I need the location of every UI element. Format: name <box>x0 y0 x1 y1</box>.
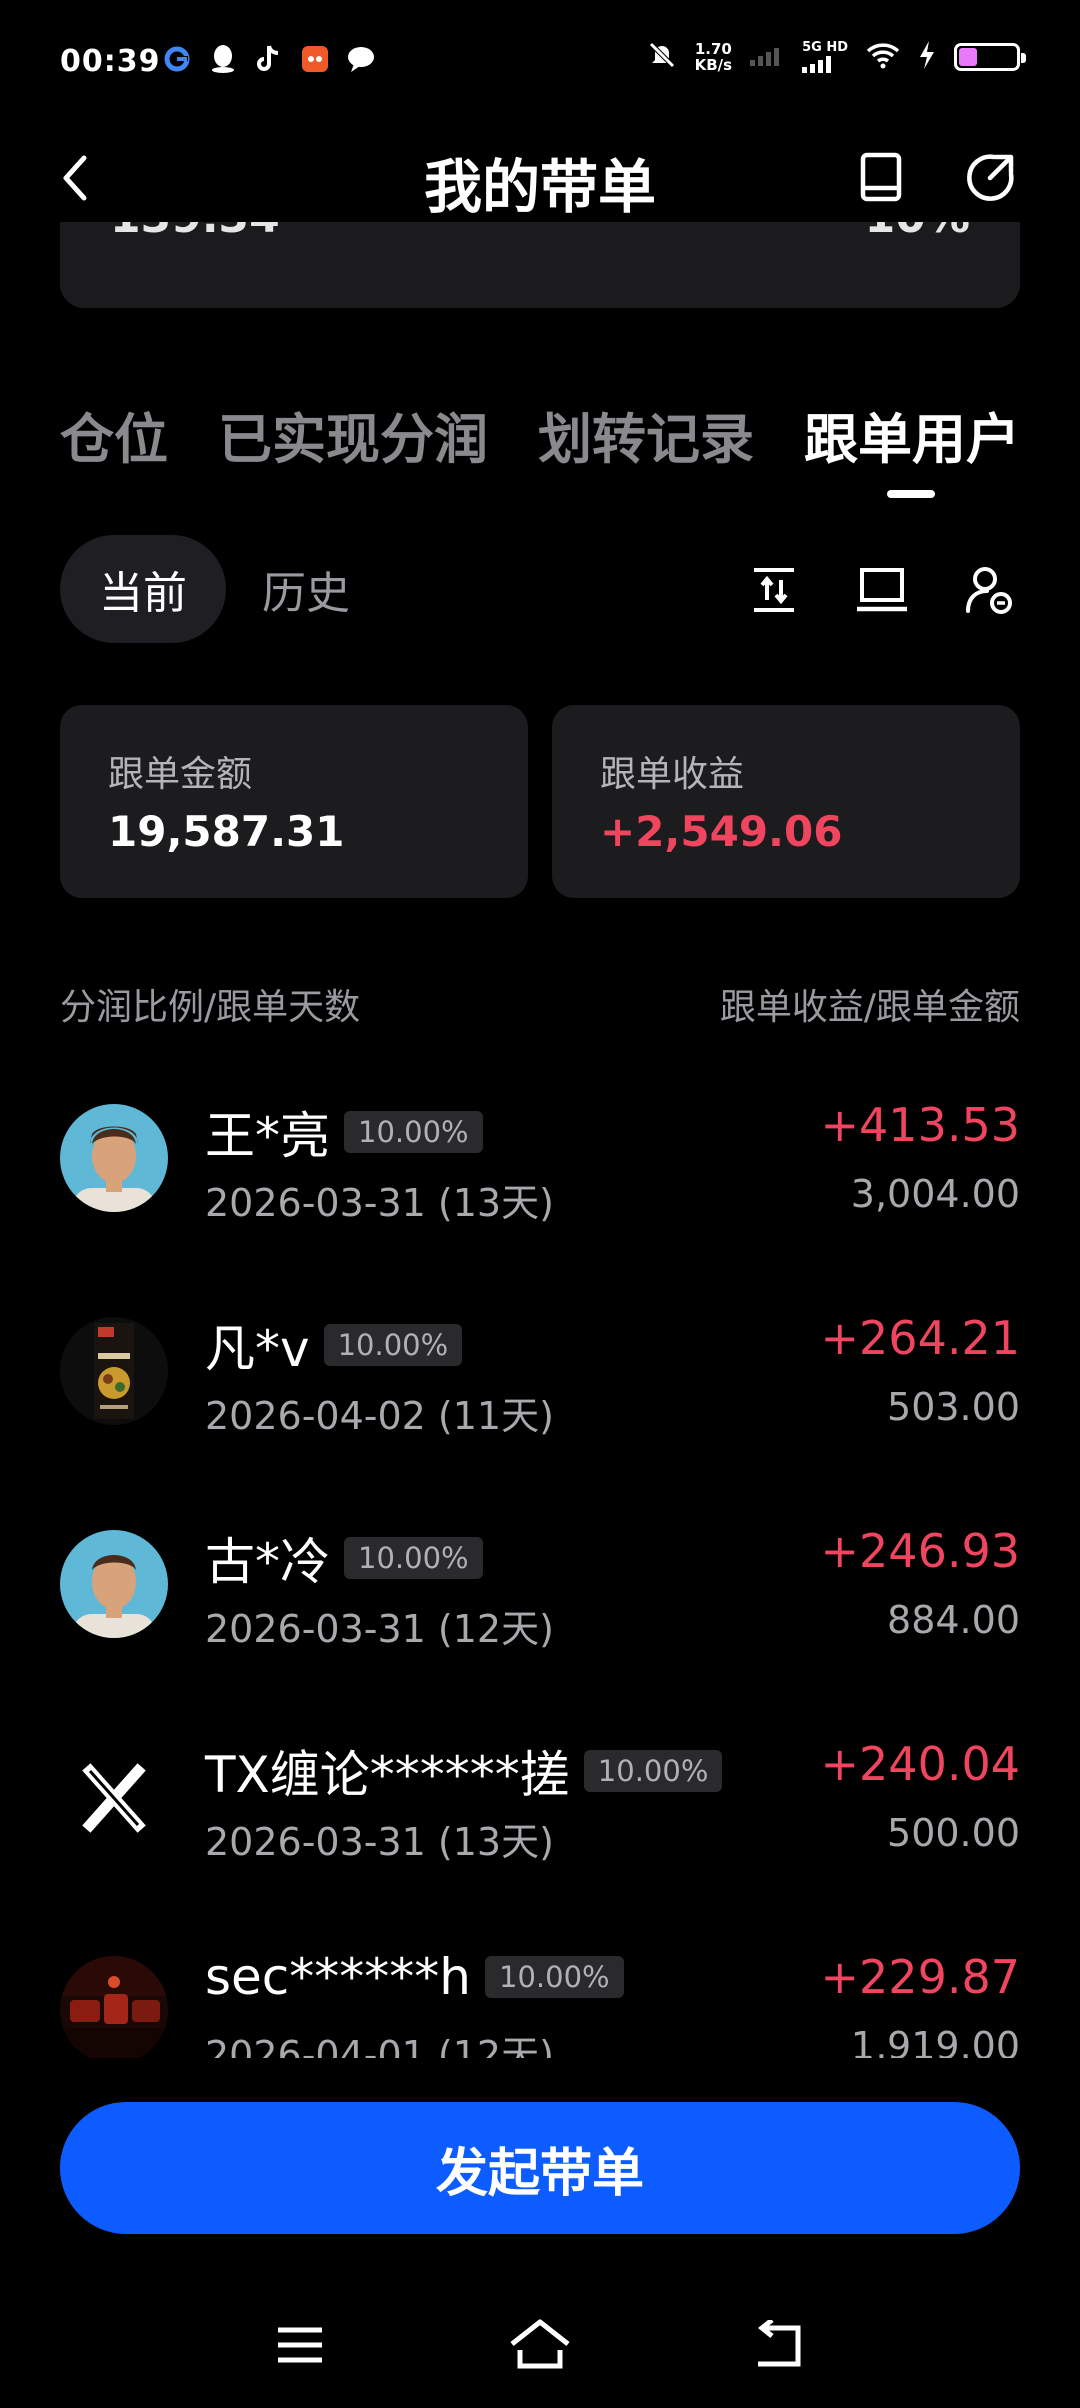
user-profit: +240.04 <box>820 1737 1021 1791</box>
user-amount: 3,004.00 <box>850 1172 1020 1216</box>
follow-date: 2026-03-31 (12天) <box>205 1607 554 1651</box>
copy-amount-card: 跟单金额 19,587.31 <box>60 705 528 898</box>
sort-icon <box>754 568 794 612</box>
net-speed: 1.70 KB/s <box>695 41 732 73</box>
user-name: 王*亮 <box>205 1107 330 1165</box>
qq-icon <box>208 44 238 74</box>
stats-value-right: 10% <box>865 222 970 243</box>
tab-transfer-records[interactable]: 划转记录 <box>538 405 754 475</box>
user-name: TX缠论******搓 <box>205 1746 570 1804</box>
user-settings-button[interactable] <box>958 558 1022 622</box>
segment-history[interactable]: 历史 <box>262 535 350 643</box>
profit-share-badge: 10.00% <box>344 1111 483 1153</box>
list-item[interactable]: sec******h 10.00% 2026-04-01 (12天) +229.… <box>0 1912 1080 2058</box>
share-button[interactable] <box>960 148 1020 208</box>
back-icon <box>757 2320 801 2367</box>
mute-icon <box>647 40 677 74</box>
copy-profit-label: 跟单收益 <box>600 754 745 795</box>
book-button[interactable] <box>852 148 912 208</box>
tab-realized-profit-share[interactable]: 已实现分润 <box>218 405 488 475</box>
stats-card: 139.34 10% <box>60 222 1020 308</box>
signal-strong-icon <box>802 56 832 73</box>
user-profit: +246.93 <box>820 1524 1021 1578</box>
net-speed-unit: KB/s <box>694 56 733 74</box>
avatar <box>60 1317 168 1425</box>
user-name: 凡*v <box>205 1320 310 1378</box>
list-item[interactable]: 古*冷 10.00% 2026-03-31 (12天) +246.93 884.… <box>0 1486 1080 1699</box>
user-amount: 500.00 <box>887 1811 1020 1855</box>
copy-profit-value: +2,549.06 <box>600 807 843 856</box>
profit-share-badge: 10.00% <box>344 1537 483 1579</box>
notification-icons <box>162 44 376 74</box>
sort-button[interactable] <box>742 558 806 622</box>
user-profit: +264.21 <box>820 1311 1021 1365</box>
stats-value-left: 139.34 <box>110 222 280 243</box>
copy-amount-value: 19,587.31 <box>108 807 345 856</box>
home-icon <box>510 2319 570 2369</box>
monitor-icon <box>857 568 907 612</box>
segment-current[interactable]: 当前 <box>60 535 226 643</box>
follow-date: 2026-03-31 (13天) <box>205 1820 554 1864</box>
avatar <box>60 1530 168 1638</box>
nav-menu-button[interactable] <box>260 2310 340 2380</box>
profit-share-badge: 10.00% <box>583 1750 723 1792</box>
list-header-left: 分润比例/跟单天数 <box>60 987 361 1028</box>
list-item[interactable]: 王*亮 10.00% 2026-03-31 (13天) +413.53 3,00… <box>0 1060 1080 1273</box>
follow-date: 2026-03-31 (13天) <box>205 1181 554 1225</box>
start-copy-trading-button[interactable]: 发起带单 <box>60 2102 1020 2234</box>
page-title: 我的带单 <box>423 153 656 221</box>
tab-active-indicator <box>887 490 935 498</box>
nav-home-button[interactable] <box>500 2310 580 2380</box>
user-amount: 1,919.00 <box>850 2024 1020 2058</box>
user-name: sec******h <box>205 1948 471 2006</box>
list-item[interactable]: 凡*v 10.00% 2026-04-02 (11天) +264.21 503.… <box>0 1273 1080 1486</box>
user-name: 古*冷 <box>205 1533 330 1591</box>
avatar <box>60 1956 168 2058</box>
signal-weak-icon <box>750 44 784 70</box>
avatar <box>60 1104 168 1212</box>
user-list: 王*亮 10.00% 2026-03-31 (13天) +413.53 3,00… <box>0 1060 1080 2058</box>
user-profit: +413.53 <box>820 1098 1021 1152</box>
avatar <box>60 1743 168 1851</box>
list-item[interactable]: TX缠论******搓 10.00% 2026-03-31 (13天) +240… <box>0 1699 1080 1912</box>
status-right: 1.70 KB/s 5G HD 9 <box>647 40 1026 74</box>
wifi-icon <box>866 41 900 73</box>
user-amount: 503.00 <box>887 1385 1020 1429</box>
copy-amount-label: 跟单金额 <box>108 754 253 795</box>
tab-bar: 仓位 已实现分润 划转记录 跟单用户 <box>60 405 1020 485</box>
book-icon <box>860 152 902 202</box>
message-icon <box>346 44 376 74</box>
battery-icon: 9 <box>954 43 1026 71</box>
display-button[interactable] <box>850 558 914 622</box>
share-icon <box>967 154 1014 201</box>
net-speed-value: 1.70 <box>694 40 732 58</box>
follow-date: 2026-04-01 (12天) <box>205 2033 554 2058</box>
follow-date: 2026-04-02 (11天) <box>205 1394 554 1438</box>
menu-icon <box>278 2327 322 2363</box>
user-profit: +229.87 <box>820 1950 1021 2004</box>
signal-5g: 5G HD <box>802 41 848 73</box>
tab-positions[interactable]: 仓位 <box>60 405 168 475</box>
profit-share-badge: 10.00% <box>485 1956 624 1998</box>
copy-profit-card: 跟单收益 +2,549.06 <box>552 705 1020 898</box>
tiktok-icon <box>254 44 284 74</box>
taobao-icon <box>300 44 330 74</box>
x-logo-icon <box>82 1763 146 1833</box>
battery-level: 9 <box>980 46 994 68</box>
user-settings-icon <box>966 567 1012 614</box>
nav-back-button[interactable] <box>740 2310 820 2380</box>
status-time: 00:39 <box>60 44 161 79</box>
user-amount: 884.00 <box>887 1598 1020 1642</box>
tab-copy-users[interactable]: 跟单用户 <box>804 405 1020 475</box>
profit-share-badge: 10.00% <box>323 1324 463 1366</box>
charging-icon <box>918 40 936 74</box>
list-header-right: 跟单收益/跟单金额 <box>719 987 1020 1028</box>
network-type: 5G HD <box>802 40 848 55</box>
google-icon <box>162 44 192 74</box>
